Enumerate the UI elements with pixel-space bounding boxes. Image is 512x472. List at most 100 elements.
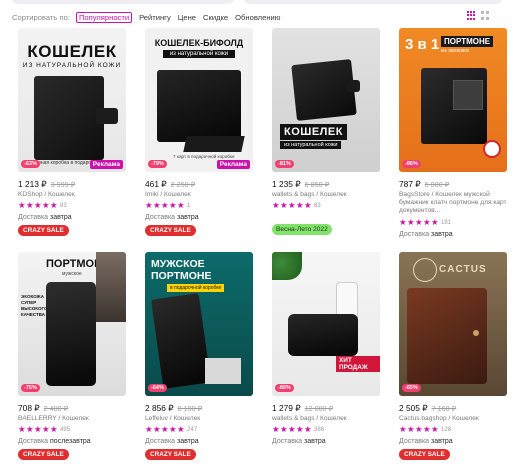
product-card[interactable]: МУЖСКОЕ ПОРТМОНЕ в подарочной коробке -6… (145, 252, 253, 464)
product-image[interactable]: КОШЕЛЕК из натуральной кожи -81% (272, 28, 380, 172)
delivery-info: Доставка завтра (399, 231, 453, 238)
rating-count: 386 (314, 427, 325, 433)
delivery-label: Доставка (399, 438, 430, 445)
image-note: 7 карт в подарочной коробке (173, 154, 235, 159)
old-price: 6 000 ₽ (424, 180, 450, 189)
rating-stars: ★★★★★ 386 (272, 424, 325, 434)
product-image[interactable]: ПОРТМОНЕ мужское ЭКОКОЖА СУПЕР ВЫСОКОГО … (18, 252, 126, 396)
delivery-info: Доставка завтра (18, 214, 72, 221)
cards-photo (453, 80, 483, 110)
delivery-day: послезавтра (50, 438, 91, 445)
product-image[interactable]: ХИТ ПРОДАЖ -89% (272, 252, 380, 396)
price: 1 235 ₽6 850 ₽ (272, 179, 329, 189)
grid-view-icon[interactable] (467, 11, 476, 20)
image-title: КОШЕЛЕК (27, 42, 117, 61)
image-subtitle: из натуральной кожи (163, 50, 235, 58)
old-price: 7 168 ₽ (431, 404, 457, 413)
current-price: 1 213 ₽ (18, 179, 47, 189)
product-card[interactable]: CACTUS -65% 2 505 ₽7 168 ₽ Cactus.bagsho… (399, 252, 507, 464)
delivery-info: Доставка завтра (399, 438, 453, 445)
product-card[interactable]: 3 в 1 ПОРТМОНЕ из экокожи -86% 787 ₽6 00… (399, 28, 507, 240)
wallet-photo (288, 314, 358, 356)
rating-stars: ★★★★★ 495 (18, 424, 71, 434)
wallet-gift-box (183, 136, 245, 152)
rating-count: 128 (441, 427, 452, 433)
wallet-button (473, 330, 479, 336)
product-image[interactable]: МУЖСКОЕ ПОРТМОНЕ в подарочной коробке -6… (145, 252, 253, 396)
search-bar-edge (244, 0, 502, 4)
sort-option-price[interactable]: Цене (178, 13, 196, 22)
rating-count: 181 (441, 220, 452, 226)
image-title: CACTUS (439, 264, 487, 275)
brand-name[interactable]: wallets & bags / Кошелек (272, 415, 347, 423)
season-badge: Весна-Лето 2022 (272, 224, 332, 235)
delivery-label: Доставка (399, 231, 430, 238)
sort-option-rating[interactable]: Рейтингу (139, 13, 171, 22)
sort-option-popularity[interactable]: Популярности (75, 11, 133, 23)
rating-count: 247 (187, 427, 198, 433)
delivery-info: Доставка завтра (145, 438, 199, 445)
gift-box-photo (205, 358, 241, 384)
old-price: 2 400 ₽ (43, 404, 69, 413)
current-price: 2 505 ₽ (399, 403, 428, 413)
image-subtitle: мужское (62, 271, 82, 277)
delivery-day: завтра (50, 214, 72, 221)
large-tile-view-icon[interactable] (481, 11, 490, 20)
sort-option-update[interactable]: Обновлению (235, 13, 280, 22)
price: 1 279 ₽12 000 ₽ (272, 403, 333, 413)
price: 708 ₽2 400 ₽ (18, 403, 68, 413)
rating-stars: ★★★★★ 83 (272, 200, 321, 210)
ad-label: Реклама (89, 160, 123, 169)
rating-stars: ★★★★★ 247 (145, 424, 198, 434)
brand-name[interactable]: Imiki / Кошелек (145, 191, 191, 199)
cactus-logo-icon (413, 258, 437, 282)
brand-name[interactable]: BAELLERRY / Кошелек (18, 415, 89, 423)
product-image[interactable]: КОШЕЛЕК-БИФОЛД из натуральной кожи 7 кар… (145, 28, 253, 172)
image-side-text: ЭКОКОЖА СУПЕР ВЫСОКОГО КАЧЕСТВА (21, 294, 48, 317)
image-title: ХИТ ПРОДАЖ (336, 356, 380, 372)
product-card[interactable]: КОШЕЛЕК из натуральной кожи -81% 1 235 ₽… (272, 28, 380, 238)
product-card[interactable]: ПОРТМОНЕ мужское ЭКОКОЖА СУПЕР ВЫСОКОГО … (18, 252, 126, 464)
old-price: 3 999 ₽ (50, 180, 76, 189)
ad-label: Реклама (216, 160, 250, 169)
brand-name[interactable]: KDShop / Кошелек (18, 191, 75, 199)
rating-count: 83 (60, 203, 67, 209)
wallet-strap (346, 80, 360, 92)
discount-badge: -86% (402, 160, 421, 168)
delivery-info: Доставка послезавтра (18, 438, 91, 445)
product-card[interactable]: КОШЕЛЕК-БИФОЛД из натуральной кожи 7 кар… (145, 28, 253, 238)
current-price: 1 279 ₽ (272, 403, 301, 413)
brand-name[interactable]: Cactus.bagshop / Кошелек (399, 415, 479, 423)
product-image[interactable]: 3 в 1 ПОРТМОНЕ из экокожи -86% (399, 28, 507, 172)
image-note: из экокожи (441, 48, 469, 54)
image-title: КОШЕЛЕК (280, 124, 347, 140)
sort-bar: Сортировать по: Популярности Рейтингу Це… (12, 10, 502, 24)
discount-badge: -65% (402, 384, 421, 392)
product-card[interactable]: ХИТ ПРОДАЖ -89% 1 279 ₽12 000 ₽ wallets … (272, 252, 380, 452)
brand-name[interactable]: BagsStore / Кошелек мужской бумажник кла… (399, 191, 507, 215)
image-title: КОШЕЛЕК-БИФОЛД (154, 38, 244, 48)
rating-stars: ★★★★★ 128 (399, 424, 452, 434)
product-image[interactable]: КОШЕЛЕК из натуральной кожи Черная короб… (18, 28, 126, 172)
current-price: 461 ₽ (145, 179, 167, 189)
product-image[interactable]: CACTUS -65% (399, 252, 507, 396)
delivery-label: Доставка (18, 438, 49, 445)
price: 2 856 ₽8 100 ₽ (145, 403, 202, 413)
wallet-photo (46, 282, 96, 386)
delivery-label: Доставка (145, 214, 176, 221)
brand-name[interactable]: wallets & bags / Кошелек (272, 191, 347, 199)
sort-option-discount[interactable]: Скидке (203, 13, 228, 22)
rating-count: 1 (187, 203, 191, 209)
plant-photo (272, 252, 302, 280)
discount-badge: -75% (21, 384, 40, 392)
delivery-label: Доставка (145, 438, 176, 445)
delivery-label: Доставка (272, 438, 303, 445)
current-price: 2 856 ₽ (145, 403, 174, 413)
product-card[interactable]: КОШЕЛЕК из натуральной кожи Черная короб… (18, 28, 126, 238)
image-subtitle: в подарочной коробке (167, 284, 225, 292)
image-subtitle: из натуральной кожи (280, 141, 342, 149)
crazy-sale-badge: CRAZY SALE (18, 449, 69, 460)
price: 461 ₽2 250 ₽ (145, 179, 195, 189)
brand-name[interactable]: Leffeluv / Кошелек (145, 415, 200, 423)
person-photo (96, 252, 126, 322)
